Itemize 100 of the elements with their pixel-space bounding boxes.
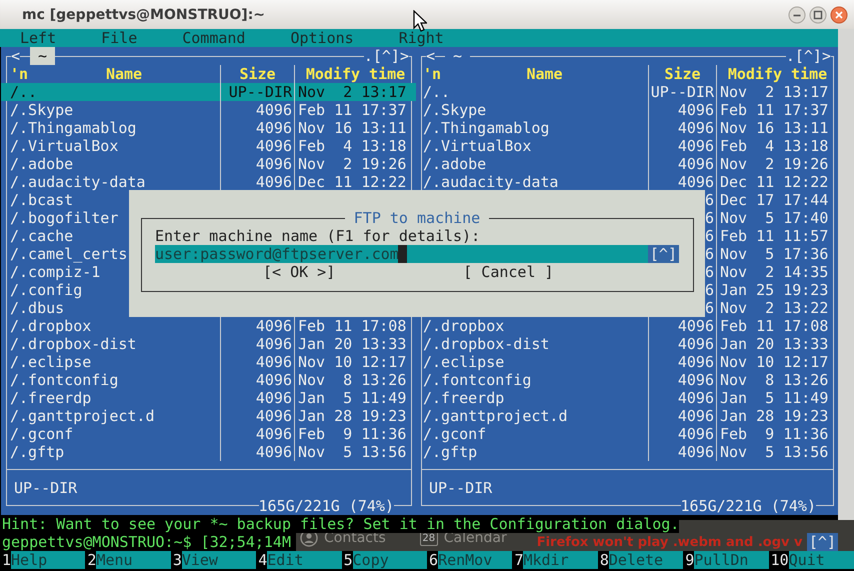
modify-time: Feb 9 11:36	[720, 425, 828, 443]
modify-time: Nov 2 14:35	[720, 263, 828, 281]
file-size: 4096	[256, 371, 292, 389]
file-size: UP--DIR	[228, 83, 292, 101]
modify-time: Nov 16 13:11	[720, 119, 828, 137]
close-icon[interactable]	[830, 6, 848, 24]
function-key-button[interactable]: 8Delete	[598, 551, 684, 569]
menu-item[interactable]: Left	[20, 29, 56, 47]
file-size: 6	[704, 263, 714, 281]
modify-time: Nov 2 13:17	[298, 83, 406, 101]
history-menu-marker[interactable]: .[^]>	[786, 47, 831, 65]
modify-time: Dec 17 17:44	[720, 191, 828, 209]
file-size: 4096	[256, 119, 292, 137]
modify-time: Jan 5 11:49	[298, 389, 406, 407]
file-size: 4096	[678, 173, 714, 191]
file-name: /.ganttproject.d	[10, 407, 154, 425]
sort-indicator[interactable]: 'n	[423, 65, 442, 83]
file-size: 4096	[256, 101, 292, 119]
machine-name-field[interactable]: user:password@ftpserver.com	[155, 245, 648, 263]
modify-time: Nov 8 13:26	[298, 371, 406, 389]
file-name: /.VirtualBox	[423, 137, 532, 155]
modify-time: Nov 5 13:56	[298, 443, 406, 461]
disk-usage: 165G/221G (74%)	[258, 497, 394, 515]
function-key-button[interactable]: 4Edit	[256, 551, 342, 569]
file-name: /.Skype	[423, 101, 486, 119]
modify-time: Feb 11 17:08	[298, 317, 406, 335]
file-size: 6	[704, 191, 714, 209]
file-name: /.fontconfig	[10, 371, 118, 389]
menu-item[interactable]: Options	[290, 29, 354, 47]
file-size: 4096	[256, 137, 292, 155]
file-name: /.dbus	[10, 299, 64, 317]
modify-time: Feb 11 17:08	[720, 317, 828, 335]
modify-time: Jan 20 13:33	[298, 335, 406, 353]
modify-time: Jan 28 19:23	[298, 407, 406, 425]
modify-time: Nov 2 19:26	[720, 155, 828, 173]
file-name: /..	[10, 83, 38, 101]
file-size: 4096	[678, 119, 714, 137]
file-name: /.dropbox-dist	[423, 335, 550, 353]
file-size: 4096	[256, 443, 292, 461]
file-size: 4096	[256, 173, 292, 191]
scrollbar[interactable]	[838, 29, 854, 520]
file-size: 6	[704, 281, 714, 299]
file-size: 4096	[256, 407, 292, 425]
menu-item[interactable]: Command	[182, 29, 246, 47]
file-size: UP--DIR	[650, 83, 714, 101]
column-header[interactable]: Name	[441, 65, 648, 83]
file-size: 4096	[678, 353, 714, 371]
hint-text: Hint: Want to see your *~ backup files? Set it in the Configuration dialog.	[0, 515, 680, 533]
file-size: 4096	[678, 407, 714, 425]
file-name: /.audacity-data	[10, 173, 146, 191]
text-cursor	[398, 245, 407, 263]
menu-item[interactable]: File	[101, 29, 138, 47]
modify-time: Nov 5 17:40	[720, 209, 828, 227]
function-key-button[interactable]: 6RenMov	[427, 551, 512, 569]
modify-time: Nov 2 19:26	[298, 155, 406, 173]
file-size: 4096	[678, 137, 714, 155]
history-menu-marker[interactable]: .[^]>	[364, 47, 409, 65]
function-key-button[interactable]: 2Menu	[85, 551, 171, 569]
function-key-button[interactable]: 5Copy	[342, 551, 428, 569]
file-size: 4096	[256, 335, 292, 353]
file-name: /.gftp	[423, 443, 478, 461]
file-size: 4096	[678, 335, 714, 353]
file-name: /.freerdp	[10, 389, 92, 407]
file-size: 4096	[678, 389, 714, 407]
modify-time: Nov 16 13:11	[298, 119, 406, 137]
file-name: /.bcast	[10, 191, 74, 209]
column-header[interactable]: Name	[28, 65, 220, 83]
file-size: 4096	[256, 425, 292, 443]
history-button[interactable]: [^]	[648, 245, 679, 263]
modify-time: Dec 11 12:22	[298, 173, 406, 191]
file-name: /.eclipse	[10, 353, 92, 371]
field-label: Enter machine name (F1 for details):	[155, 227, 480, 245]
file-name: /.adobe	[10, 155, 74, 173]
file-name: /.dropbox	[10, 317, 92, 335]
function-key-button[interactable]: 9PullDn	[683, 551, 769, 569]
modify-time: Nov 5 13:56	[720, 443, 828, 461]
history-button[interactable]: [^]	[806, 533, 838, 551]
sort-indicator[interactable]: 'n	[10, 65, 28, 83]
function-key-button[interactable]: 3View	[170, 551, 256, 569]
dialog-button[interactable]: [< OK >]	[263, 263, 336, 281]
file-name: /.adobe	[423, 155, 486, 173]
maximize-icon[interactable]	[809, 6, 827, 24]
minimize-icon[interactable]	[788, 6, 806, 24]
column-header[interactable]: Size	[648, 65, 716, 83]
menu-item[interactable]: Right	[398, 29, 444, 47]
file-row[interactable]: /.. UP--DIR Nov 2 13:17	[1, 83, 416, 101]
file-name: /.freerdp	[423, 389, 504, 407]
command-prompt[interactable]: geppettvs@MONSTRUO:~$ [32;54;14M	[0, 533, 291, 551]
modify-time: Jan 5 11:49	[720, 389, 828, 407]
file-size: 4096	[256, 155, 292, 173]
function-key-button[interactable]: 7Mkdir	[512, 551, 598, 569]
file-name: /.config	[10, 281, 82, 299]
modify-time: Nov 8 13:26	[720, 371, 828, 389]
dialog-button[interactable]: [ Cancel ]	[463, 263, 554, 281]
function-key-button[interactable]: 1Help	[0, 551, 86, 569]
file-name: /.gftp	[10, 443, 64, 461]
function-key-button[interactable]: 10Quit	[768, 551, 854, 569]
file-size: 4096	[256, 389, 292, 407]
file-name: /..	[423, 83, 450, 101]
file-name: /.gconf	[10, 425, 74, 443]
